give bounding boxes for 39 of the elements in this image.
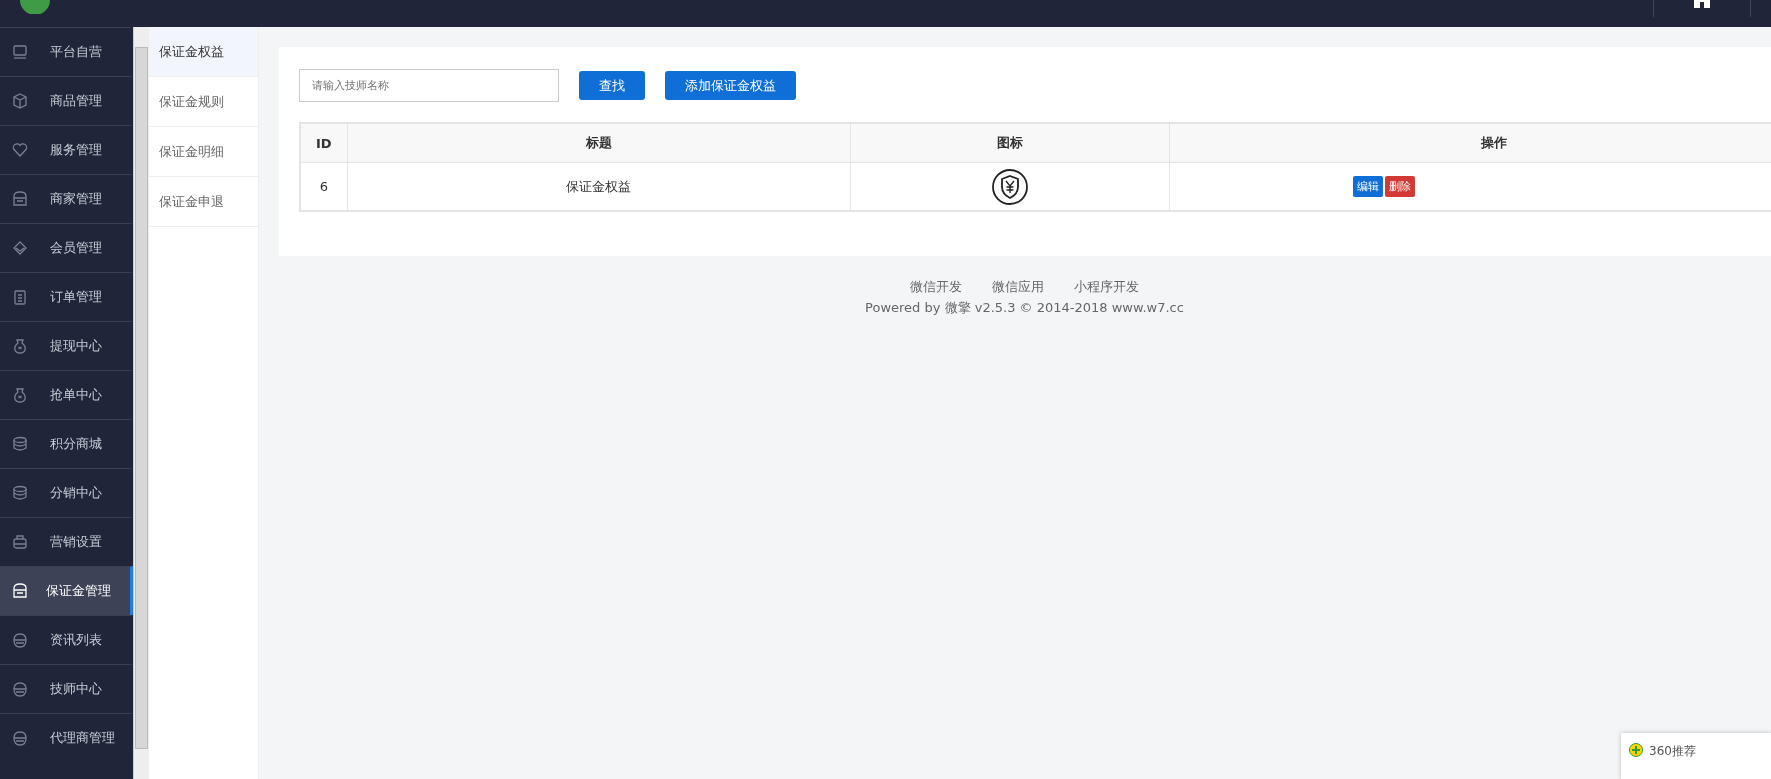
edit-button[interactable]: 编辑 <box>1353 176 1383 197</box>
submenu-item[interactable]: 保证金规则 <box>149 77 258 127</box>
bag-icon <box>12 387 28 403</box>
logo-icon[interactable] <box>20 0 50 14</box>
helmet-icon <box>12 632 28 648</box>
monitor-icon <box>12 44 28 60</box>
sidebar-item[interactable]: 保证金管理 <box>0 566 133 615</box>
add-button[interactable]: 添加保证金权益 <box>665 71 796 100</box>
scrollbar[interactable] <box>133 27 149 779</box>
shop-icon <box>12 583 28 599</box>
search-button[interactable]: 查找 <box>579 71 645 100</box>
clipboard-icon <box>12 289 28 305</box>
submenu-item[interactable]: 保证金权益 <box>149 27 258 77</box>
diamond-icon <box>12 240 28 256</box>
column-header: ID <box>300 123 348 163</box>
delete-button[interactable]: 删除 <box>1385 176 1415 197</box>
stack-icon <box>12 436 28 452</box>
bag-icon <box>12 338 28 354</box>
helmet-icon <box>12 730 28 746</box>
stack-icon <box>12 485 28 501</box>
popup-label[interactable]: 360推荐 <box>1649 743 1696 760</box>
shop-icon <box>12 191 28 207</box>
box-icon <box>12 93 28 109</box>
submenu-item[interactable]: 保证金明细 <box>149 127 258 177</box>
heart-icon <box>12 142 28 158</box>
toolbox-icon <box>12 534 28 550</box>
footer-link[interactable]: 小程序开发 <box>1074 278 1139 296</box>
column-header: 标题 <box>347 123 851 163</box>
submenu-item[interactable]: 保证金申退 <box>149 177 258 227</box>
home-icon[interactable] <box>1694 0 1710 8</box>
copyright-text: Powered by 微擎 v2.5.3 © 2014-2018 www.w7.cc <box>864 299 1185 317</box>
column-header: 图标 <box>850 123 1170 163</box>
search-field[interactable]: 请输入技师名称 <box>299 69 559 102</box>
footer-link[interactable]: 微信应用 <box>992 278 1044 296</box>
footer-link[interactable]: 微信开发 <box>910 278 962 296</box>
plus-icon <box>1629 743 1643 757</box>
column-header: 操作 <box>1169 123 1771 163</box>
helmet-icon <box>12 681 28 697</box>
shield-yen-icon <box>990 167 1029 206</box>
